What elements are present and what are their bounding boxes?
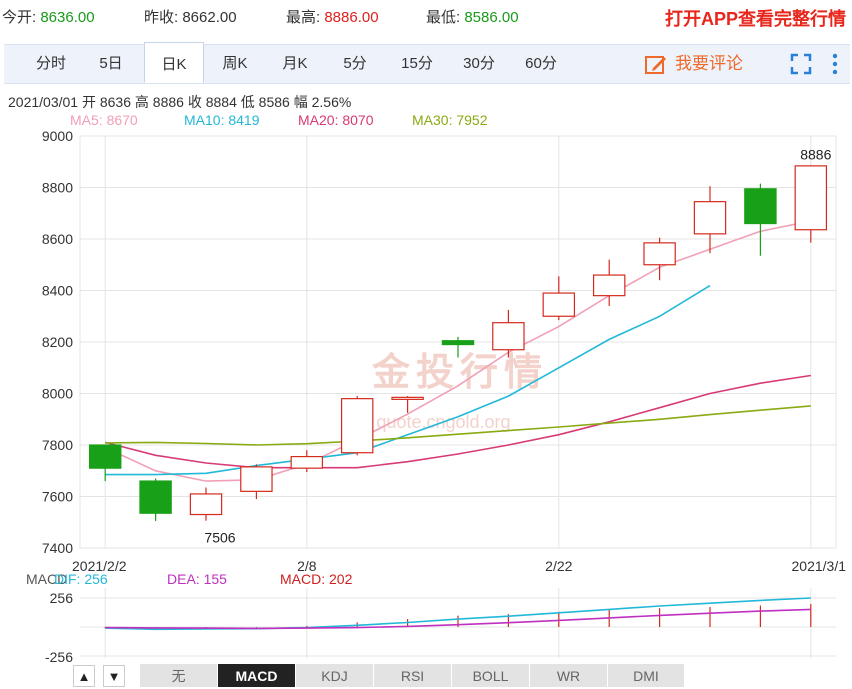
candle-body [88, 444, 122, 469]
candle-body [693, 201, 727, 235]
y-tick-label: 8800 [42, 180, 73, 196]
candle-body [542, 292, 576, 317]
candle-body [592, 274, 626, 297]
candle-body [744, 188, 777, 225]
candle-body [794, 165, 828, 231]
candle-body [189, 493, 223, 516]
candle-body [492, 322, 525, 351]
macd-y-tick: -256 [45, 649, 73, 662]
arrow-up-button[interactable]: ▲ [73, 665, 95, 687]
candle-body [139, 480, 172, 514]
y-tick-label: 8600 [42, 231, 73, 247]
candle-body [643, 242, 676, 266]
y-tick-label: 8200 [42, 334, 73, 350]
y-tick-label: 7400 [42, 540, 73, 556]
price-annotation: 7506 [204, 530, 235, 546]
indicator-tab-none[interactable]: 无 [140, 664, 218, 687]
macd-legend-label: DIF: 256 [54, 571, 108, 587]
indicator-tab-boll[interactable]: BOLL [452, 664, 530, 687]
arrow-down-button[interactable]: ▼ [103, 665, 125, 687]
candle-body [290, 455, 324, 469]
candle-body [391, 396, 424, 400]
macd-legend-label: DEA: 155 [167, 571, 227, 587]
y-tick-label: 7600 [42, 489, 73, 505]
kline-chart: 7400 7600 7800 8000 8200 8400 8600 8800 9000 2021… [26, 128, 847, 662]
indicator-tab-rsi[interactable]: RSI [374, 664, 452, 687]
y-tick-label: 8400 [42, 283, 73, 299]
watermark-text: 金投行情 [371, 350, 548, 394]
indicator-tab-kdj[interactable]: KDJ [296, 664, 374, 687]
x-tick-label: 2021/3/1 [792, 558, 847, 574]
indicator-tab-dmi[interactable]: DMI [608, 664, 685, 687]
macd-y-tick: 256 [50, 590, 74, 606]
y-tick-label: 7800 [42, 437, 73, 453]
macd-legend-label: MACD: 202 [280, 571, 353, 587]
watermark-url: Au quote.cngold.org [349, 412, 510, 432]
price-annotation: 8886 [800, 146, 831, 162]
indicator-tab-macd[interactable]: MACD [218, 664, 296, 687]
candle-body [441, 340, 475, 346]
y-tick-label: 9000 [42, 128, 73, 144]
candle-body [240, 466, 273, 492]
x-tick-label: 2/22 [545, 558, 572, 574]
indicator-tab-wr[interactable]: WR [530, 664, 608, 687]
y-tick-label: 8000 [42, 386, 73, 402]
candle-body [340, 398, 374, 454]
